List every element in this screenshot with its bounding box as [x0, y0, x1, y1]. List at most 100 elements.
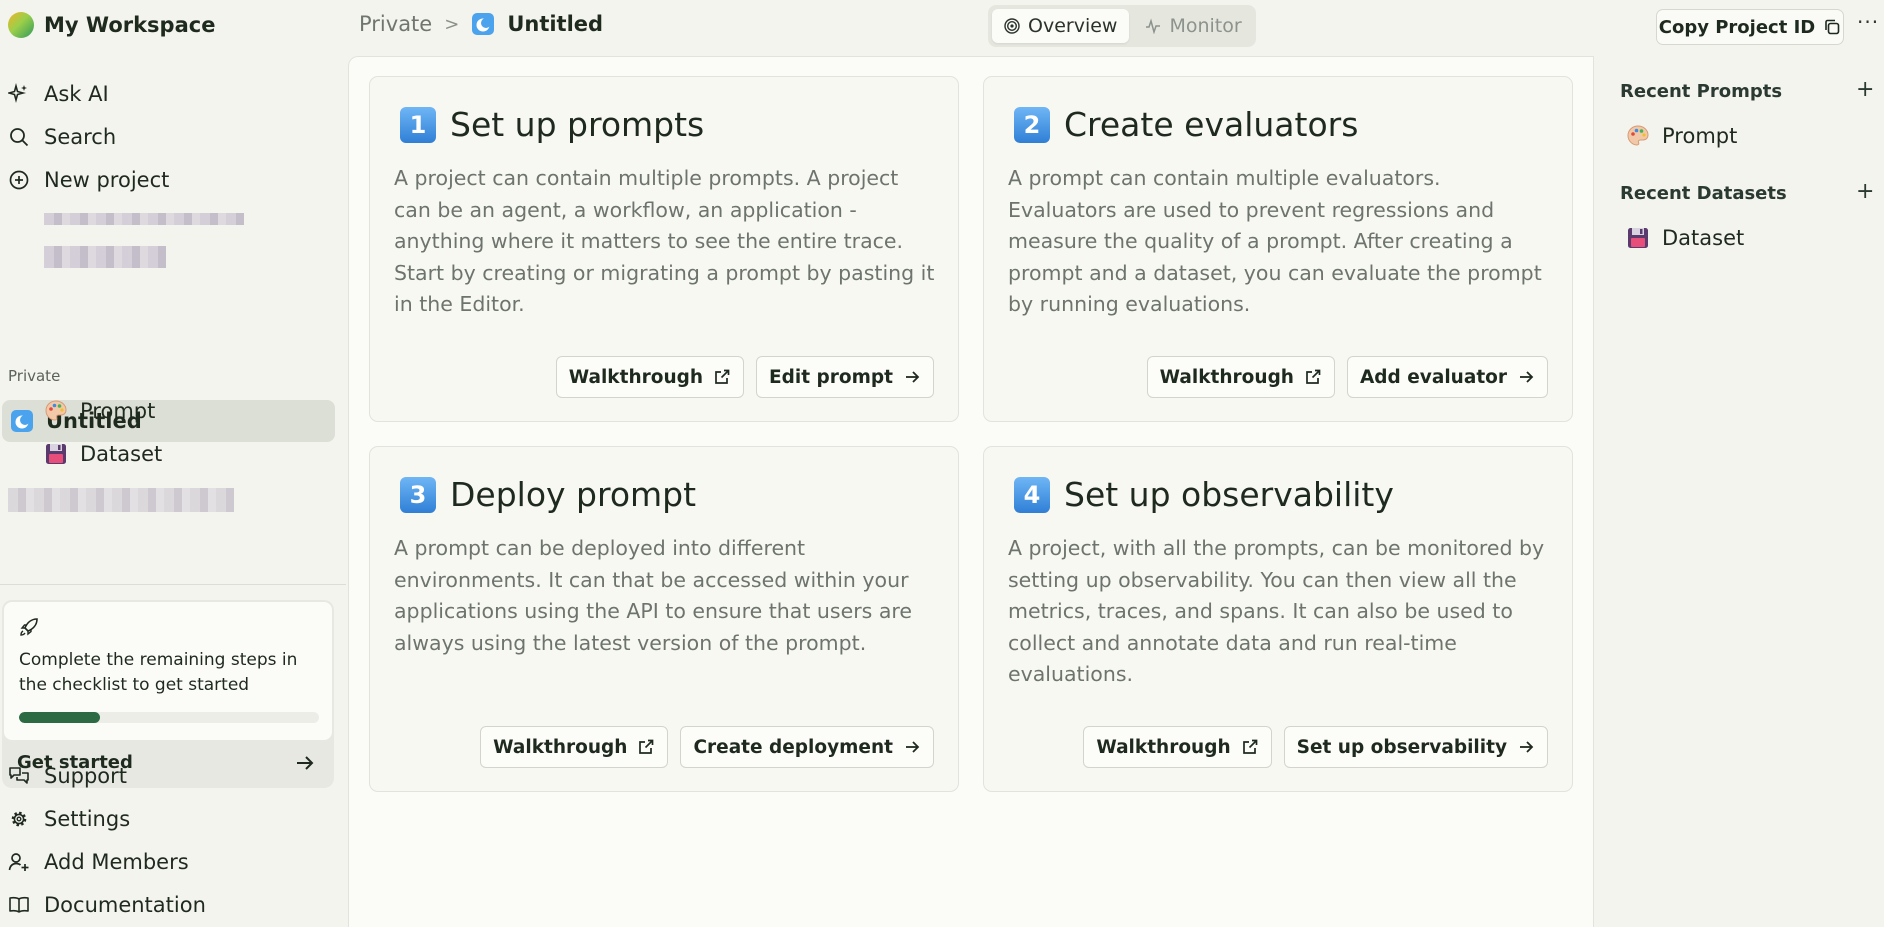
section-label-private: Private	[8, 367, 61, 385]
sidebar-item-dataset[interactable]: Dataset	[44, 442, 162, 466]
floppy-icon	[1628, 228, 1648, 248]
arrow-right-icon[interactable]	[294, 752, 316, 774]
tab-monitor-label: Monitor	[1169, 15, 1242, 37]
card-header: 3 Deploy prompt	[400, 475, 696, 514]
breadcrumb-separator: >	[444, 13, 460, 35]
card-header: 1 Set up prompts	[400, 105, 704, 144]
sidebar-item-label: New project	[44, 168, 170, 192]
walkthrough-button[interactable]: Walkthrough	[1083, 726, 1272, 768]
onboarding-checklist: Complete the remaining steps in the chec…	[2, 600, 334, 788]
card-title: Set up observability	[1064, 475, 1394, 514]
sidebar-item-new-project[interactable]: New project	[8, 168, 169, 192]
sidebar-item-label: Support	[44, 764, 128, 788]
walkthrough-button[interactable]: Walkthrough	[480, 726, 669, 768]
walkthrough-button[interactable]: Walkthrough	[1146, 356, 1335, 398]
sidebar-item-add-members[interactable]: Add Members	[8, 850, 189, 874]
copy-project-id-button[interactable]: Copy Project ID	[1656, 9, 1844, 45]
arrow-right-icon	[1520, 371, 1534, 383]
checklist-progress-bar	[19, 712, 319, 723]
card-header: 4 Set up observability	[1014, 475, 1394, 514]
arrow-right-icon	[906, 371, 920, 383]
card-title: Create evaluators	[1064, 105, 1359, 144]
view-tabs: Overview Monitor	[988, 5, 1256, 47]
card-actions: Walkthrough Add evaluator	[1146, 356, 1548, 398]
add-prompt-button[interactable]: +	[1856, 77, 1874, 102]
checklist-text: Complete the remaining steps in the chec…	[19, 650, 298, 695]
checklist-card: Complete the remaining steps in the chec…	[4, 602, 332, 740]
recent-datasets-heading: Recent Datasets	[1620, 183, 1787, 204]
palette-icon	[1627, 125, 1649, 146]
button-label: Edit prompt	[769, 366, 893, 388]
card-description: A project, with all the prompts, can be …	[1008, 536, 1545, 686]
card-description: A project can contain multiple prompts. …	[394, 166, 935, 316]
project-icon	[472, 13, 495, 35]
step-number-badge: 4	[1014, 476, 1050, 513]
set-up-observability-button[interactable]: Set up observability	[1283, 726, 1548, 768]
more-menu-button[interactable]: ···	[1857, 10, 1879, 34]
sidebar-item-label: Add Members	[44, 850, 189, 874]
button-label: Add evaluator	[1359, 366, 1507, 388]
card-set-up-prompts: 1 Set up prompts A project can contain m…	[369, 76, 959, 422]
external-link-icon	[1242, 739, 1257, 754]
recent-prompt-item[interactable]: Prompt	[1626, 124, 1737, 148]
checklist-progress-fill	[19, 712, 100, 723]
sidebar-item-label: Settings	[44, 807, 131, 831]
main-content: 1 Set up prompts A project can contain m…	[348, 56, 1594, 927]
edit-prompt-button[interactable]: Edit prompt	[756, 356, 934, 398]
breadcrumb: Private > Untitled	[359, 12, 603, 36]
button-label: Set up observability	[1296, 736, 1507, 758]
workspace-switcher[interactable]: My Workspace	[8, 12, 215, 38]
external-link-icon	[1306, 369, 1321, 384]
tab-overview[interactable]: Overview	[992, 9, 1130, 43]
copy-icon	[1825, 19, 1840, 35]
button-label: Walkthrough	[568, 366, 704, 388]
plus-circle-icon	[9, 170, 29, 190]
chat-icon	[9, 767, 29, 784]
sidebar-item-documentation[interactable]: Documentation	[8, 893, 206, 917]
breadcrumb-current[interactable]: Untitled	[507, 12, 603, 36]
workspace-name: My Workspace	[44, 13, 216, 37]
sidebar: Ask AI Search New project Private Untitl…	[0, 52, 346, 927]
tab-overview-label: Overview	[1028, 15, 1118, 37]
recent-dataset-item[interactable]: Dataset	[1626, 226, 1744, 250]
sidebar-item-settings[interactable]: Settings	[8, 807, 130, 831]
sidebar-item-label: Ask AI	[44, 82, 109, 106]
add-evaluator-button[interactable]: Add evaluator	[1346, 356, 1548, 398]
gear-icon	[11, 811, 27, 827]
redacted-item	[44, 246, 166, 268]
card-create-evaluators: 2 Create evaluators A prompt can contain…	[983, 76, 1573, 422]
add-dataset-button[interactable]: +	[1856, 179, 1874, 204]
tab-monitor[interactable]: Monitor	[1133, 9, 1253, 43]
sidebar-item-prompt[interactable]: Prompt	[44, 399, 155, 423]
sidebar-divider	[0, 584, 346, 585]
arrow-right-icon	[906, 741, 920, 753]
card-title: Set up prompts	[450, 105, 705, 144]
card-set-up-observability: 4 Set up observability A project, with a…	[983, 446, 1573, 792]
button-label: Walkthrough	[1159, 366, 1294, 388]
step-number-badge: 1	[400, 106, 436, 143]
user-plus-icon	[8, 853, 29, 871]
target-icon	[1004, 18, 1020, 34]
external-link-icon	[715, 369, 730, 384]
card-title: Deploy prompt	[450, 475, 697, 514]
redacted-item	[44, 213, 244, 225]
button-label: Walkthrough	[493, 736, 628, 758]
sidebar-item-search[interactable]: Search	[8, 125, 116, 149]
breadcrumb-private[interactable]: Private	[359, 12, 432, 36]
book-icon	[9, 896, 29, 913]
sidebar-item-label: Dataset	[80, 442, 163, 466]
sparkle-icon	[8, 83, 27, 104]
create-deployment-button[interactable]: Create deployment	[680, 726, 934, 768]
sidebar-item-ask-ai[interactable]: Ask AI	[8, 82, 109, 106]
redacted-item	[8, 488, 234, 512]
floppy-icon	[46, 444, 66, 464]
sidebar-item-support[interactable]: Support	[8, 764, 127, 788]
step-number-badge: 3	[400, 476, 436, 513]
sidebar-item-label: Prompt	[80, 399, 156, 423]
search-icon	[10, 128, 29, 147]
sidebar-item-label: Search	[44, 125, 117, 149]
step-number-badge: 2	[1014, 106, 1050, 143]
card-actions: Walkthrough Create deployment	[480, 726, 934, 768]
recent-dataset-label: Dataset	[1662, 226, 1745, 250]
walkthrough-button[interactable]: Walkthrough	[555, 356, 745, 398]
